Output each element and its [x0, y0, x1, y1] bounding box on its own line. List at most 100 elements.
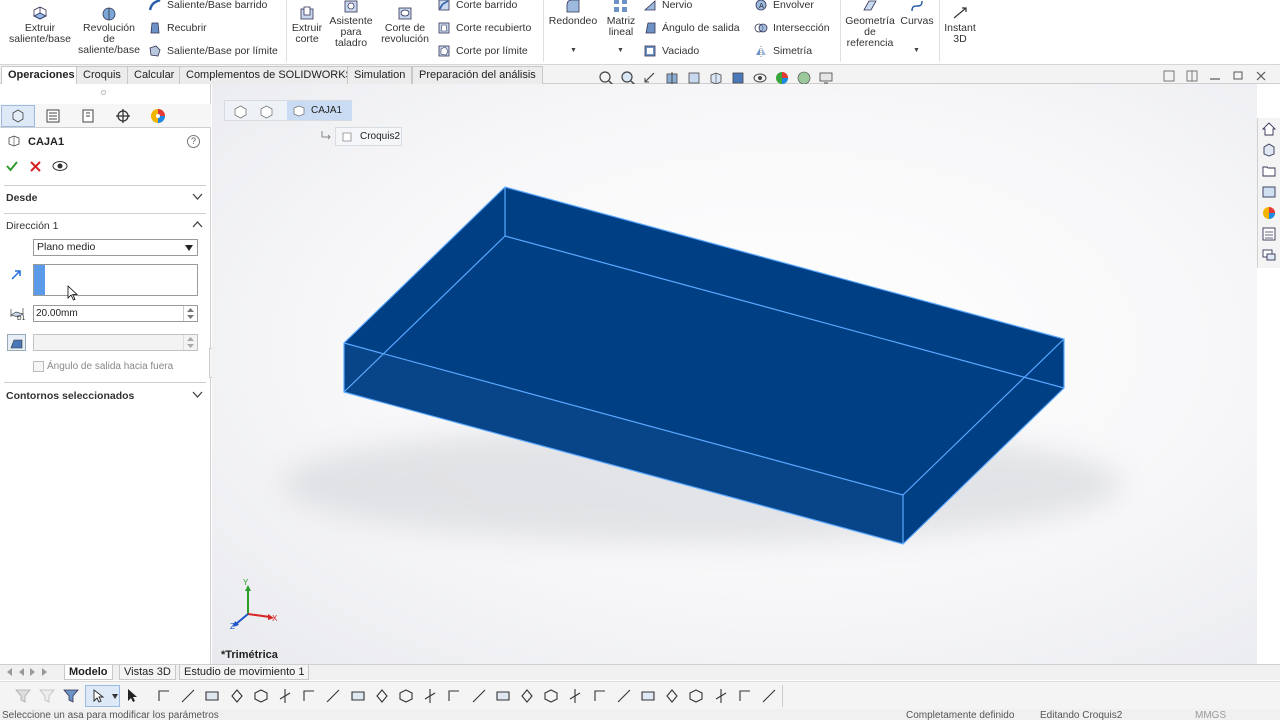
extrude-boss-button[interactable]: Extruir saliente/base: [6, 4, 74, 45]
fillet-button[interactable]: Redondeo: [547, 0, 599, 27]
direction1-section-header[interactable]: Dirección 1: [0, 215, 211, 237]
filter-reference-icon[interactable]: [760, 687, 778, 705]
tab-estudio-movimiento[interactable]: Estudio de movimiento 1: [179, 665, 310, 680]
depth-input[interactable]: 20.00mm: [33, 305, 198, 322]
filter-plane-icon[interactable]: [300, 687, 318, 705]
wrap-button[interactable]: A Envolver: [754, 0, 814, 12]
filter-midpoint-icon[interactable]: [421, 687, 439, 705]
task-pane-custom-properties[interactable]: [1258, 223, 1280, 244]
draft-button[interactable]: Ángulo de salida: [643, 21, 740, 35]
filter-sketch-segment-icon[interactable]: [542, 687, 560, 705]
tab-simulation[interactable]: Simulation: [347, 66, 413, 84]
tab-vistas-3d[interactable]: Vistas 3D: [119, 665, 176, 680]
task-pane-design-library[interactable]: [1258, 139, 1280, 160]
linear-pattern-button[interactable]: Matriz lineal: [603, 0, 639, 38]
shell-button[interactable]: Vaciado: [643, 44, 699, 58]
curves-button[interactable]: Curvas: [900, 0, 934, 27]
task-pane-view-palette[interactable]: [1258, 181, 1280, 202]
task-pane-forum[interactable]: [1258, 244, 1280, 265]
mirror-button[interactable]: Simetría: [754, 44, 812, 58]
filter-datum-icon[interactable]: [615, 687, 633, 705]
scroll-next-icon[interactable]: [28, 668, 38, 676]
instant3d-button[interactable]: Instant 3D: [941, 4, 979, 45]
filter-table-icon[interactable]: [736, 687, 754, 705]
graphics-area[interactable]: CAJA1 Croquis2 Y X Z *Trimétrica: [212, 84, 1257, 664]
tab-calcular[interactable]: Calcular: [127, 66, 182, 84]
linear-pattern-dropdown-icon[interactable]: ▼: [617, 47, 624, 54]
cancel-x-icon[interactable]: [30, 161, 41, 172]
tab-configurationmanager[interactable]: [71, 105, 105, 127]
reverse-direction-icon[interactable]: [10, 269, 22, 281]
close-window-icon[interactable]: [1254, 69, 1268, 83]
tab-featuremanager[interactable]: [1, 105, 35, 127]
intersect-button[interactable]: Intersección: [754, 21, 830, 35]
tab-scroll-arrows[interactable]: [4, 668, 60, 676]
revolve-boss-button[interactable]: Revolución de saliente/base: [76, 4, 142, 56]
filter-sketch-point-icon[interactable]: [518, 687, 536, 705]
hole-wizard-button[interactable]: Asistente para taladro: [328, 0, 374, 49]
scroll-last-icon[interactable]: [40, 668, 50, 676]
filter-select-icon[interactable]: [38, 687, 56, 705]
help-icon[interactable]: ?: [187, 135, 200, 148]
filter-toggle-icon[interactable]: [14, 687, 32, 705]
desde-section-header[interactable]: Desde: [0, 187, 211, 209]
tab-modelo[interactable]: Modelo: [64, 665, 113, 680]
panel-grip-handle[interactable]: [101, 90, 106, 95]
tab-croquis[interactable]: Croquis: [76, 66, 128, 84]
tab-operaciones[interactable]: Operaciones: [1, 66, 82, 84]
boundary-cut-button[interactable]: Corte por límite: [437, 44, 528, 58]
status-units[interactable]: MMGS: [1195, 710, 1226, 720]
filter-dimension-icon[interactable]: [373, 687, 391, 705]
task-pane-appearances[interactable]: [1258, 202, 1280, 223]
filter-polygon-icon[interactable]: [228, 687, 246, 705]
tab-complementos[interactable]: Complementos de SOLIDWORKS: [179, 66, 360, 84]
scroll-prev-icon[interactable]: [16, 668, 26, 676]
tab-dimxpert[interactable]: [106, 105, 140, 127]
scroll-first-icon[interactable]: [4, 668, 14, 676]
restore-pane-icon[interactable]: [1162, 69, 1176, 83]
swept-cut-button[interactable]: Corte barrido: [437, 0, 517, 12]
spinner-up-icon[interactable]: [187, 308, 194, 312]
minimize-icon[interactable]: [1208, 69, 1222, 83]
filter-lines-icon[interactable]: [179, 687, 197, 705]
filter-vertex-icon[interactable]: [324, 687, 342, 705]
filter-all-icon[interactable]: [62, 687, 80, 705]
extruded-cut-button[interactable]: Extruir corte: [289, 4, 325, 45]
direction-reference-selection-box[interactable]: [33, 264, 198, 296]
draft-outward-checkbox[interactable]: [33, 361, 44, 372]
filter-surface-icon[interactable]: [470, 687, 488, 705]
end-condition-select[interactable]: Plano medio: [33, 239, 198, 256]
filter-weld-icon[interactable]: [591, 687, 609, 705]
loft-boss-button[interactable]: Recubrir: [148, 21, 207, 35]
filter-rectangle-icon[interactable]: [203, 687, 221, 705]
filter-edge-icon[interactable]: [349, 687, 367, 705]
filter-angle-icon[interactable]: [397, 687, 415, 705]
draft-spinner[interactable]: [183, 335, 197, 350]
select-over-geometry-icon[interactable]: [124, 687, 142, 705]
lofted-cut-button[interactable]: Corte recubierto: [437, 21, 531, 35]
filter-axis-icon[interactable]: [276, 687, 294, 705]
model-3d-view[interactable]: [212, 84, 1257, 664]
reference-geometry-button[interactable]: Geometría de referencia: [843, 0, 897, 49]
fillet-dropdown-icon[interactable]: ▼: [570, 47, 577, 54]
depth-spinner[interactable]: [183, 306, 197, 321]
tab-displaymanager[interactable]: [141, 105, 175, 127]
tile-pane-icon[interactable]: [1185, 69, 1199, 83]
filter-tolerance-icon[interactable]: [639, 687, 657, 705]
draft-on-off-toggle[interactable]: [7, 334, 26, 351]
revolved-cut-button[interactable]: Corte de revolución: [378, 4, 432, 45]
curves-dropdown-icon[interactable]: ▼: [913, 47, 920, 54]
selected-contours-section-header[interactable]: Contornos seleccionados: [0, 385, 211, 407]
spinner-down-icon[interactable]: [187, 344, 194, 348]
ok-checkmark-icon[interactable]: [6, 160, 18, 172]
filter-text-icon[interactable]: [712, 687, 730, 705]
filter-note-icon[interactable]: [566, 687, 584, 705]
swept-boss-button[interactable]: Saliente/Base barrido: [148, 0, 267, 12]
draft-angle-input[interactable]: [33, 334, 198, 351]
task-pane-file-explorer[interactable]: [1258, 160, 1280, 181]
filter-balloon-icon[interactable]: [663, 687, 681, 705]
filter-annotation-icon[interactable]: [687, 687, 705, 705]
rib-button[interactable]: Nervio: [643, 0, 692, 12]
filter-points-icon[interactable]: [155, 687, 173, 705]
spinner-down-icon[interactable]: [187, 315, 194, 319]
